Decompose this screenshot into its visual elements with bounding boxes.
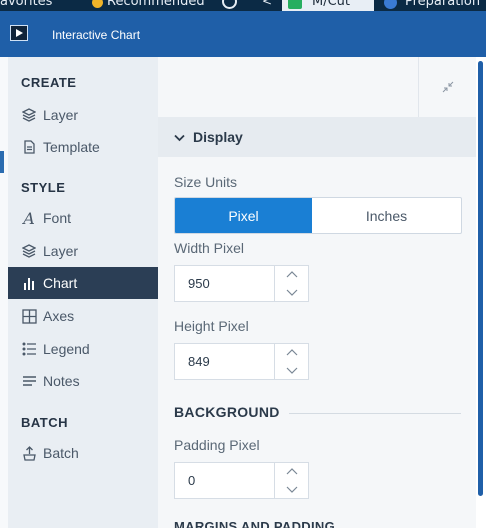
grid-icon: [21, 308, 37, 324]
scrollbar[interactable]: [476, 57, 486, 528]
sidebar-item-style-layer[interactable]: Layer: [8, 235, 158, 267]
display-section-header[interactable]: Display: [158, 117, 476, 157]
sidebar-item-create-layer[interactable]: Layer: [8, 99, 158, 131]
window-title: Interactive Chart: [52, 28, 141, 42]
sidebar-item-batch[interactable]: Batch: [8, 437, 158, 469]
os-taskbar: avorites Recommended < M/Cut Preparation: [0, 0, 486, 11]
sidebar: CREATE Layer Template STYLE A Font Layer: [8, 57, 158, 528]
chevron-down-icon: [174, 129, 185, 145]
notes-icon: [21, 373, 37, 389]
bar-chart-icon: [21, 275, 37, 291]
size-units-label: Size Units: [174, 174, 238, 190]
layers-icon: [21, 243, 37, 259]
padding-pixel-input[interactable]: 0: [175, 463, 274, 498]
sidebar-item-label: Batch: [43, 445, 79, 461]
app-root: avorites Recommended < M/Cut Preparation…: [0, 0, 486, 528]
sidebar-item-label: Chart: [43, 275, 78, 291]
background-section-header: BACKGROUND: [174, 404, 280, 420]
padding-pixel-label: Padding Pixel: [174, 437, 260, 453]
sidebar-item-font[interactable]: A Font: [8, 202, 158, 234]
taskbar-item-preparation[interactable]: Preparation: [405, 0, 480, 9]
scrollbar-thumb[interactable]: [478, 61, 483, 496]
layers-icon: [21, 107, 37, 123]
taskbar-item-recommended[interactable]: Recommended: [107, 0, 205, 9]
background-selection-marker: [0, 151, 4, 173]
decrement-button[interactable]: [275, 362, 308, 380]
increment-button[interactable]: [275, 266, 308, 284]
decrement-button[interactable]: [275, 284, 308, 302]
sidebar-item-notes[interactable]: Notes: [8, 365, 158, 397]
decrement-button[interactable]: [275, 481, 308, 499]
panel-toolbar: [158, 57, 476, 117]
size-units-pixel-option[interactable]: Pixel: [175, 198, 312, 233]
sidebar-item-label: Layer: [43, 107, 79, 123]
padding-pixel-stepper: 0: [174, 462, 309, 499]
increment-button[interactable]: [275, 344, 308, 362]
sidebar-item-label: Template: [43, 139, 100, 155]
margins-padding-section-header: MARGINS AND PADDING: [174, 519, 335, 528]
sidebar-section-batch: BATCH: [21, 415, 69, 430]
settings-panel: Display Size Units Pixel Inches Width Pi…: [158, 57, 476, 528]
height-pixel-input[interactable]: 849: [175, 344, 274, 379]
width-pixel-stepper: 950: [174, 265, 309, 302]
collapse-button[interactable]: [418, 57, 476, 117]
height-pixel-label: Height Pixel: [174, 318, 249, 334]
sidebar-item-label: Font: [43, 210, 72, 226]
sidebar-item-label: Legend: [43, 341, 90, 357]
legend-list-icon: [21, 341, 37, 357]
width-pixel-label: Width Pixel: [174, 240, 245, 256]
sidebar-item-legend[interactable]: Legend: [8, 333, 158, 365]
sidebar-item-label: Notes: [43, 373, 80, 389]
sidebar-item-label: Layer: [43, 243, 79, 259]
batch-icon: [21, 445, 37, 461]
app-tab-icon: [288, 0, 302, 9]
width-pixel-input[interactable]: 950: [175, 266, 274, 301]
increment-button[interactable]: [275, 463, 308, 481]
taskbar-tab-active[interactable]: M/Cut: [282, 0, 374, 11]
padding-pixel-spinner: [274, 463, 308, 498]
sidebar-section-style: STYLE: [21, 180, 66, 195]
height-pixel-spinner: [274, 344, 308, 379]
play-app-icon: [10, 25, 28, 41]
height-pixel-stepper: 849: [174, 343, 309, 380]
sidebar-item-axes[interactable]: Axes: [8, 300, 158, 332]
preparation-icon: [384, 0, 397, 9]
lightbulb-icon: [92, 0, 103, 8]
sidebar-section-create: CREATE: [21, 75, 77, 90]
background-app-edge: [0, 56, 8, 528]
sidebar-item-label: Axes: [43, 308, 75, 324]
sidebar-item-template[interactable]: Template: [8, 131, 158, 163]
size-units-toggle: Pixel Inches: [174, 197, 462, 234]
section-divider: [289, 413, 461, 414]
taskbar-tab-label: M/Cut: [312, 0, 351, 9]
document-icon: [21, 139, 37, 155]
chevron-left-icon[interactable]: <: [262, 0, 272, 8]
width-pixel-spinner: [274, 266, 308, 301]
display-section-title: Display: [193, 129, 243, 145]
taskbar-item-favorites[interactable]: avorites: [0, 0, 52, 9]
size-units-inches-option[interactable]: Inches: [312, 198, 461, 233]
help-icon[interactable]: [222, 0, 237, 9]
collapse-arrows-icon: [442, 78, 454, 97]
font-icon: A: [23, 208, 35, 228]
sidebar-item-chart[interactable]: Chart: [8, 267, 158, 299]
window-titlebar: Interactive Chart: [0, 11, 486, 57]
